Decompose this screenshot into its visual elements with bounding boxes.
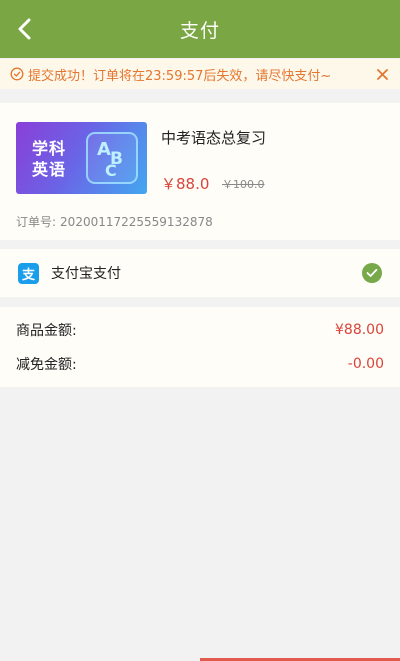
payment-method-alipay[interactable]: 支 支付宝支付 xyxy=(0,249,400,297)
amount-label: 减免金额: xyxy=(16,357,77,373)
notice-text: 提交成功！订单将在23:59:57后失效，请尽快支付~ xyxy=(28,68,332,84)
order-number-label: 订单号: xyxy=(16,215,57,229)
amount-value: -0.00 xyxy=(347,356,384,372)
close-icon xyxy=(376,68,388,80)
amount-summary: 商品金额: ¥88.00 减免金额: -0.00 xyxy=(0,307,400,387)
amount-row-goods: 商品金额: ¥88.00 xyxy=(16,313,384,347)
payment-method-label: 支付宝支付 xyxy=(51,266,121,282)
course-title: 中考语态总复习 xyxy=(161,129,267,147)
original-price: ￥100.0 xyxy=(222,178,265,191)
back-button[interactable] xyxy=(6,10,42,48)
cover-subject-text: 学科英语 xyxy=(32,139,67,179)
order-number-line: 订单号: 20200117225559132878 xyxy=(16,213,213,230)
product-card: 学科英语 A B C 中考语态总复习 ￥88.0 ￥100.0 订单号: 2020… xyxy=(0,103,400,240)
amount-value: ¥88.00 xyxy=(335,322,384,338)
selected-check-icon[interactable] xyxy=(362,263,382,283)
alipay-icon: 支 xyxy=(18,262,39,284)
clock-icon xyxy=(10,67,24,81)
course-cover-image: 学科英语 A B C xyxy=(16,122,147,194)
current-price: ￥88.0 xyxy=(161,175,210,193)
top-bar: 支付 xyxy=(0,0,400,58)
checkmark-icon xyxy=(366,268,378,277)
abc-icon: A B C xyxy=(86,132,138,184)
order-number: 20200117225559132878 xyxy=(60,215,213,229)
amount-row-discount: 减免金额: -0.00 xyxy=(16,347,384,381)
expiry-notice: 提交成功！订单将在23:59:57后失效，请尽快支付~ xyxy=(0,59,400,89)
page-title: 支付 xyxy=(179,19,220,42)
notice-close-button[interactable] xyxy=(372,64,392,84)
chevron-left-icon xyxy=(18,18,31,40)
amount-label: 商品金额: xyxy=(16,323,77,339)
